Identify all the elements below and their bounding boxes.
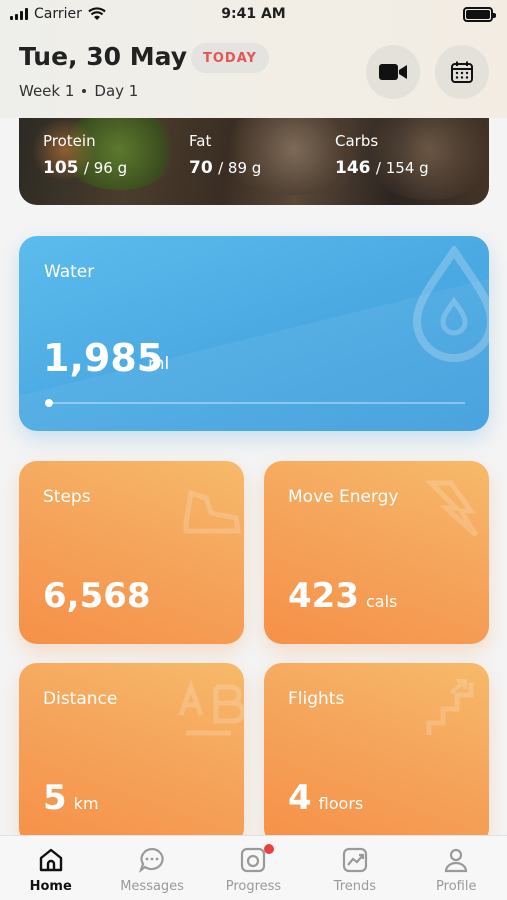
profile-icon xyxy=(445,848,468,873)
clock: 9:41 AM xyxy=(221,6,286,22)
home-icon xyxy=(39,848,62,872)
tab-messages[interactable]: Messages xyxy=(102,836,203,900)
tab-bar: Home Messages Progress Trends Profile xyxy=(0,835,507,900)
tile-title: Distance xyxy=(43,689,118,709)
tile-value: 6,568 xyxy=(43,576,158,616)
macro-fat: Fat 70 / 89 g xyxy=(189,132,261,178)
tab-profile[interactable]: Profile xyxy=(406,836,507,900)
macro-value: 105 / 96 g xyxy=(43,158,128,178)
a-to-b-icon xyxy=(178,679,244,736)
tile-unit: cals xyxy=(365,592,398,611)
water-value: 1,985 xyxy=(43,336,164,380)
macro-carbs: Carbs 146 / 154 g xyxy=(335,132,429,178)
steps-tile[interactable]: Steps 6,568 xyxy=(19,461,244,644)
tile-title: Move Energy xyxy=(288,487,399,507)
water-title: Water xyxy=(44,262,95,282)
tile-title: Steps xyxy=(43,487,91,507)
macro-protein: Protein 105 / 96 g xyxy=(43,132,127,178)
signal-icon xyxy=(10,8,28,20)
water-progress-track[interactable] xyxy=(45,399,465,407)
macro-value: 146 / 154 g xyxy=(335,158,429,178)
steps-value: 6,568 xyxy=(43,576,151,616)
tab-trends[interactable]: Trends xyxy=(304,836,405,900)
shoe-icon xyxy=(183,489,241,534)
calendar-button[interactable] xyxy=(435,45,489,99)
chat-icon xyxy=(138,847,164,873)
week-day-label: Week 1 Day 1 xyxy=(19,82,138,100)
day-label: Day 1 xyxy=(94,82,139,100)
stairs-icon xyxy=(426,679,474,735)
tile-value: 423 cals xyxy=(288,576,397,616)
notification-badge xyxy=(263,844,274,854)
tab-label: Messages xyxy=(120,879,184,894)
water-drop-icon xyxy=(412,246,489,362)
tab-label: Profile xyxy=(436,879,477,894)
tile-title: Flights xyxy=(288,689,345,709)
status-bar: Carrier 9:41 AM xyxy=(0,0,507,28)
macro-label: Carbs xyxy=(335,132,379,150)
tab-home[interactable]: Home xyxy=(0,836,101,900)
macro-label: Protein xyxy=(43,132,96,150)
move-energy-value: 423 xyxy=(288,576,359,616)
carrier-label: Carrier xyxy=(34,6,82,22)
tile-unit: floors xyxy=(318,794,364,813)
tab-label: Progress xyxy=(225,879,282,894)
macro-value: 70 / 89 g xyxy=(189,158,262,178)
battery-icon xyxy=(463,6,496,22)
video-camera-icon xyxy=(379,64,407,80)
tab-label: Home xyxy=(29,879,72,894)
water-card[interactable]: Water 1,985 ml xyxy=(19,236,489,431)
trends-icon xyxy=(342,847,367,873)
separator-dot xyxy=(82,89,87,93)
carrier-info: Carrier xyxy=(10,6,106,22)
distance-tile[interactable]: Distance 5 km xyxy=(19,663,244,846)
flights-tile[interactable]: Flights 4 floors xyxy=(264,663,489,846)
lightning-icon xyxy=(424,480,479,537)
distance-value: 5 xyxy=(43,778,67,818)
tab-progress[interactable]: Progress xyxy=(203,836,304,900)
tile-unit: km xyxy=(73,794,99,813)
water-progress-knob[interactable] xyxy=(45,399,54,407)
move-energy-tile[interactable]: Move Energy 423 cals xyxy=(264,461,489,644)
tile-value: 5 km xyxy=(43,778,99,818)
water-unit: ml xyxy=(148,354,170,374)
today-badge[interactable]: TODAY xyxy=(191,43,269,73)
video-button[interactable] xyxy=(366,45,420,99)
wifi-icon xyxy=(88,7,106,20)
macro-label: Fat xyxy=(189,132,212,150)
flights-value: 4 xyxy=(288,778,312,818)
calendar-icon xyxy=(451,61,473,83)
tab-label: Trends xyxy=(333,879,377,894)
tile-value: 4 floors xyxy=(288,778,363,818)
week-label: Week 1 xyxy=(19,82,75,100)
page-title: Tue, 30 May xyxy=(19,42,188,71)
